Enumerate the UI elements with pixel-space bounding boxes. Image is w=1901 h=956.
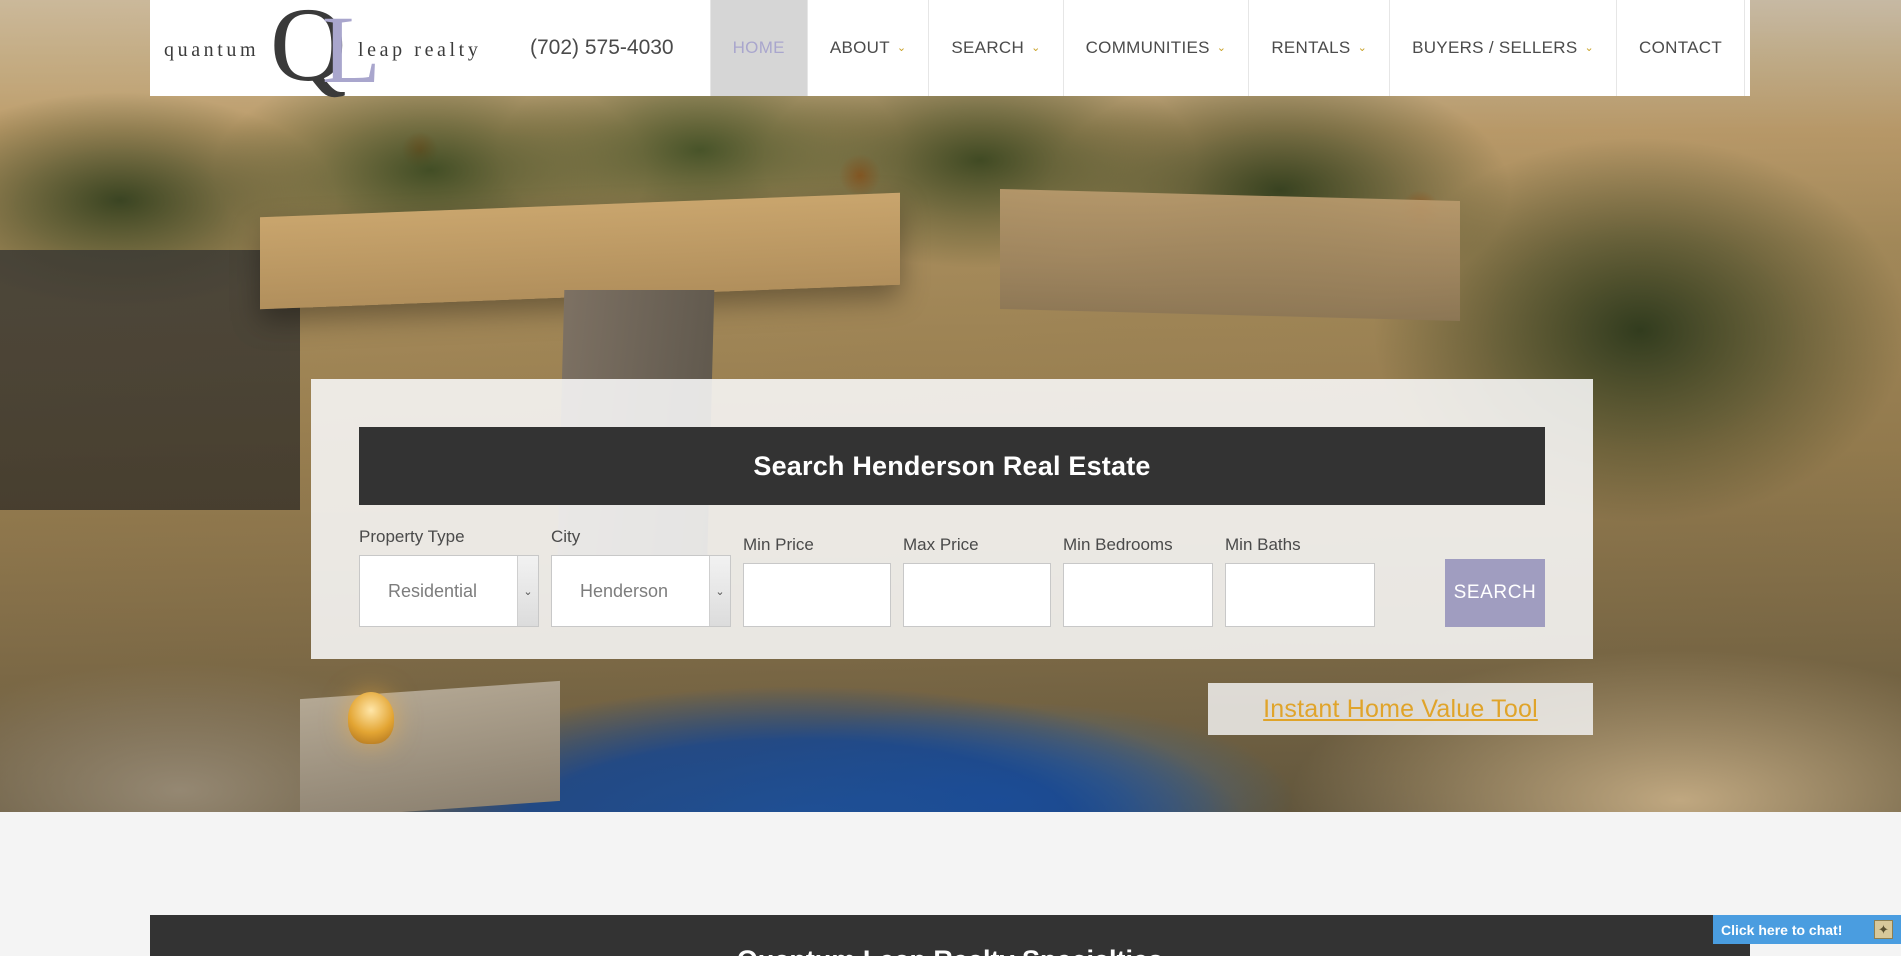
nav-label-about: ABOUT bbox=[830, 38, 890, 58]
min-bedrooms-input[interactable] bbox=[1063, 563, 1213, 627]
hero-shape-fire-bowl bbox=[348, 692, 394, 744]
logo-mark: quantum Q L leap realty bbox=[158, 0, 510, 96]
search-panel-title-bar: Search Henderson Real Estate bbox=[359, 427, 1545, 505]
hero-shape-left-wall bbox=[0, 250, 300, 510]
nav-item-search[interactable]: SEARCH ⌄ bbox=[928, 0, 1062, 96]
specialties-section-title: Quantum Leap Realty Specialties bbox=[150, 945, 1750, 956]
logo-word-quantum: quantum bbox=[164, 39, 259, 62]
main-navigation: HOME ABOUT ⌄ SEARCH ⌄ COMMUNITIES ⌄ RENT… bbox=[710, 0, 1750, 96]
logo-word-leap-realty: leap realty bbox=[358, 39, 481, 62]
nav-label-communities: COMMUNITIES bbox=[1086, 38, 1210, 58]
label-max-price: Max Price bbox=[903, 535, 1051, 555]
nav-label-contact: CONTACT bbox=[1639, 38, 1722, 58]
nav-label-search: SEARCH bbox=[951, 38, 1024, 58]
chevron-down-icon: ⌄ bbox=[1585, 43, 1595, 54]
nav-item-contact[interactable]: CONTACT bbox=[1616, 0, 1745, 96]
label-property-type: Property Type bbox=[359, 527, 539, 547]
nav-item-home[interactable]: HOME bbox=[710, 0, 807, 96]
label-min-price: Min Price bbox=[743, 535, 891, 555]
min-baths-input[interactable] bbox=[1225, 563, 1375, 627]
city-select[interactable]: Henderson bbox=[551, 555, 731, 627]
property-type-select-wrapper[interactable]: Residential ⌄ bbox=[359, 555, 539, 627]
page-body-section: Quantum Leap Realty Specialties bbox=[0, 812, 1901, 944]
property-search-form: Property Type Residential ⌄ City Henders… bbox=[311, 505, 1593, 627]
nav-item-communities[interactable]: COMMUNITIES ⌄ bbox=[1063, 0, 1249, 96]
chevron-down-icon: ⌄ bbox=[1358, 43, 1368, 54]
chat-widget[interactable]: Click here to chat! ✦ bbox=[1713, 915, 1901, 944]
search-panel-title: Search Henderson Real Estate bbox=[753, 451, 1150, 482]
max-price-input[interactable] bbox=[903, 563, 1051, 627]
instant-home-value-strip: Instant Home Value Tool bbox=[1208, 683, 1593, 735]
field-min-bedrooms: Min Bedrooms bbox=[1063, 535, 1213, 627]
field-min-baths: Min Baths bbox=[1225, 535, 1375, 627]
nav-label-rentals: RENTALS bbox=[1271, 38, 1350, 58]
brand-logo[interactable]: quantum Q L leap realty bbox=[150, 0, 510, 96]
chat-widget-label: Click here to chat! bbox=[1721, 922, 1868, 938]
property-type-select[interactable]: Residential bbox=[359, 555, 539, 627]
nav-item-buyers-sellers[interactable]: BUYERS / SELLERS ⌄ bbox=[1389, 0, 1616, 96]
field-city: City Henderson ⌄ bbox=[551, 527, 731, 627]
city-select-wrapper[interactable]: Henderson ⌄ bbox=[551, 555, 731, 627]
property-search-panel: Search Henderson Real Estate Property Ty… bbox=[311, 379, 1593, 659]
hero-shape-right-wall bbox=[1000, 189, 1460, 321]
label-min-baths: Min Baths bbox=[1225, 535, 1375, 555]
label-city: City bbox=[551, 527, 731, 547]
nav-item-about[interactable]: ABOUT ⌄ bbox=[807, 0, 929, 96]
field-min-price: Min Price bbox=[743, 535, 891, 627]
search-submit-button[interactable]: SEARCH bbox=[1445, 559, 1545, 627]
field-max-price: Max Price bbox=[903, 535, 1051, 627]
chevron-down-icon: ⌄ bbox=[1217, 43, 1227, 54]
field-property-type: Property Type Residential ⌄ bbox=[359, 527, 539, 627]
nav-label-home: HOME bbox=[733, 38, 785, 58]
header-phone-number[interactable]: (702) 575-4030 bbox=[510, 0, 710, 96]
chevron-down-icon: ⌄ bbox=[897, 43, 907, 54]
nav-item-rentals[interactable]: RENTALS ⌄ bbox=[1248, 0, 1389, 96]
instant-home-value-link[interactable]: Instant Home Value Tool bbox=[1263, 695, 1538, 724]
chat-expand-icon[interactable]: ✦ bbox=[1874, 920, 1893, 939]
specialties-section-bar: Quantum Leap Realty Specialties bbox=[150, 915, 1750, 956]
site-header: quantum Q L leap realty (702) 575-4030 H… bbox=[150, 0, 1750, 96]
min-price-input[interactable] bbox=[743, 563, 891, 627]
chevron-down-icon: ⌄ bbox=[1031, 43, 1041, 54]
nav-label-buyers-sellers: BUYERS / SELLERS bbox=[1412, 38, 1577, 58]
hero-shape-patio-block bbox=[300, 681, 560, 812]
label-min-bedrooms: Min Bedrooms bbox=[1063, 535, 1213, 555]
